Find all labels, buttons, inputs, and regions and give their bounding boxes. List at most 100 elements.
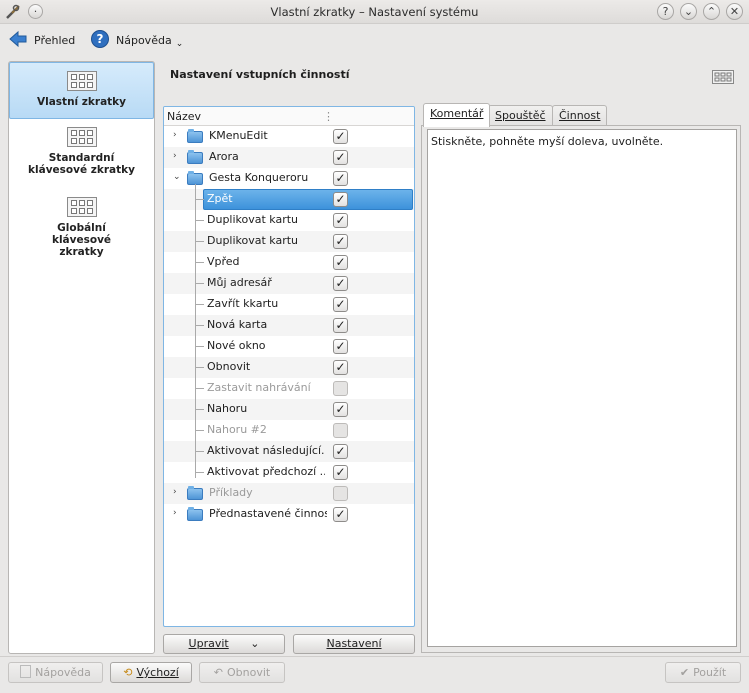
tab-action[interactable]: Činnost: [552, 105, 608, 126]
tab-comment[interactable]: Komentář: [423, 103, 491, 127]
tree-connector: [195, 304, 204, 305]
enabled-checkbox[interactable]: ✓: [333, 423, 348, 438]
tree-row[interactable]: Duplikovat kartu ✓: [164, 210, 414, 231]
tab-label: Spouštěč: [495, 109, 546, 122]
checkmark-icon: ✔: [679, 666, 690, 679]
tree-row[interactable]: Nová karta ✓: [164, 315, 414, 336]
column-resize-handle[interactable]: ⋮: [323, 110, 334, 123]
folder-icon: [187, 486, 203, 500]
tree-row[interactable]: Obnovit ✓: [164, 357, 414, 378]
sidebar: Vlastní zkratky Standardní klávesové zkr…: [8, 61, 155, 654]
tree-connector: [195, 409, 204, 410]
tree-row-label: Duplikovat kartu: [207, 234, 299, 247]
enabled-checkbox[interactable]: ✓: [333, 276, 348, 291]
sidebar-item-label: Standardní klávesové zkratky: [28, 152, 135, 176]
enabled-checkbox[interactable]: ✓: [333, 150, 348, 165]
chevron-right-icon[interactable]: ›: [173, 151, 177, 161]
tree-row[interactable]: Nahoru #2 ✓: [164, 420, 414, 441]
chevron-right-icon[interactable]: ›: [173, 487, 177, 497]
chevron-right-icon[interactable]: ›: [173, 130, 177, 140]
reset-button-label: Obnovit: [226, 666, 271, 679]
enabled-checkbox[interactable]: ✓: [333, 486, 348, 501]
tree-row-label: Nahoru #2: [207, 423, 267, 436]
reset-defaults-icon: ⟲: [123, 666, 133, 679]
folder-icon: [187, 129, 203, 143]
tree-connector: [195, 346, 204, 347]
chevron-down-icon[interactable]: ⌄: [173, 172, 181, 182]
tree-row[interactable]: Zastavit nahrávání ✓: [164, 378, 414, 399]
help-window-button[interactable]: ?: [657, 3, 674, 20]
enabled-checkbox[interactable]: ✓: [333, 402, 348, 417]
enabled-checkbox[interactable]: ✓: [333, 297, 348, 312]
tree-connector: [195, 220, 204, 221]
apply-button[interactable]: ✔ Použít: [665, 662, 741, 683]
back-overview-button[interactable]: Přehled: [8, 27, 75, 53]
enabled-checkbox[interactable]: ✓: [333, 507, 348, 522]
tree-row-label: Vpřed: [207, 255, 240, 268]
tree-row-label: KMenuEdit: [209, 129, 268, 142]
tree-row-label: Zastavit nahrávání: [207, 381, 311, 394]
defaults-button-label: Výchozí: [136, 666, 179, 679]
selection-highlight: [203, 189, 413, 210]
tree-row[interactable]: Nahoru ✓: [164, 399, 414, 420]
tree-column-header[interactable]: Název ⋮: [164, 107, 414, 126]
comment-text: Stiskněte, pohněte myší doleva, uvolněte…: [431, 135, 664, 148]
tree-row[interactable]: › Arora ✓: [164, 147, 414, 168]
tree-row[interactable]: Aktivovat předchozí ... ✓: [164, 462, 414, 483]
chevron-right-icon[interactable]: ›: [173, 508, 177, 518]
tree-row[interactable]: Aktivovat následující... ✓: [164, 441, 414, 462]
enabled-checkbox[interactable]: ✓: [333, 465, 348, 480]
toolbar: Přehled ? Nápověda ⌄: [0, 24, 749, 57]
defaults-button[interactable]: ⟲ Výchozí: [110, 662, 192, 683]
tree-row-label: Můj adresář: [207, 276, 272, 289]
tree-row[interactable]: Zpět ✓: [164, 189, 414, 210]
close-button[interactable]: ✕: [726, 3, 743, 20]
enabled-checkbox[interactable]: ✓: [333, 360, 348, 375]
tree-row[interactable]: Můj adresář ✓: [164, 273, 414, 294]
sidebar-item-custom-shortcuts[interactable]: Vlastní zkratky: [9, 62, 154, 119]
tab-trigger[interactable]: Spouštěč: [488, 105, 553, 126]
comment-textarea[interactable]: Stiskněte, pohněte myší doleva, uvolněte…: [427, 129, 737, 647]
enabled-checkbox[interactable]: ✓: [333, 255, 348, 270]
enabled-checkbox[interactable]: ✓: [333, 381, 348, 396]
reset-button[interactable]: ↶ Obnovit: [199, 662, 285, 683]
tree-row[interactable]: Zavřít kkartu ✓: [164, 294, 414, 315]
help-button[interactable]: Nápověda: [8, 662, 103, 683]
help-menu-button[interactable]: ? Nápověda ⌄: [90, 27, 183, 53]
svg-text:?: ?: [97, 32, 104, 46]
help-icon: [20, 665, 32, 678]
title-bar: · Vlastní zkratky – Nastavení systému ? …: [0, 0, 749, 24]
tree-row[interactable]: › KMenuEdit ✓: [164, 126, 414, 147]
folder-icon: [187, 150, 203, 164]
minimize-button[interactable]: ⌄: [680, 3, 697, 20]
tab-label: Komentář: [430, 107, 484, 120]
settings-button[interactable]: Nastavení: [293, 634, 415, 654]
edit-button[interactable]: Upravit ⌄: [163, 634, 285, 654]
enabled-checkbox[interactable]: ✓: [333, 234, 348, 249]
actions-tree[interactable]: Název ⋮ › KMenuEdit ✓ › Arora ✓ ⌄ Gesta Konquer…: [163, 106, 415, 627]
enabled-checkbox[interactable]: ✓: [333, 213, 348, 228]
enabled-checkbox[interactable]: ✓: [333, 171, 348, 186]
enabled-checkbox[interactable]: ✓: [333, 129, 348, 144]
sidebar-item-standard-shortcuts[interactable]: Standardní klávesové zkratky: [9, 127, 154, 189]
folder-icon: [187, 507, 203, 521]
tree-row[interactable]: ⌄ Gesta Konqueroru ✓: [164, 168, 414, 189]
sidebar-item-global-shortcuts[interactable]: Globální klávesové zkratky: [9, 197, 154, 259]
tree-row-label: Duplikovat kartu: [207, 213, 299, 226]
tree-row[interactable]: Duplikovat kartu ✓: [164, 231, 414, 252]
tree-row-label: Aktivovat následující...: [207, 444, 325, 457]
tree-row-label: Přednastavené činnosti: [209, 507, 327, 520]
undo-icon: ↶: [213, 666, 223, 679]
tree-row[interactable]: › Příklady ✓: [164, 483, 414, 504]
tree-row[interactable]: Nové okno ✓: [164, 336, 414, 357]
enabled-checkbox[interactable]: ✓: [333, 192, 348, 207]
tab-label: Činnost: [559, 109, 601, 122]
enabled-checkbox[interactable]: ✓: [333, 444, 348, 459]
keyboard-shortcuts-icon: [66, 71, 97, 91]
enabled-checkbox[interactable]: ✓: [333, 318, 348, 333]
maximize-button[interactable]: ⌃: [703, 3, 720, 20]
tree-row-label: Zpět: [207, 192, 233, 205]
enabled-checkbox[interactable]: ✓: [333, 339, 348, 354]
tree-row[interactable]: › Přednastavené činnosti ✓: [164, 504, 414, 525]
tree-row[interactable]: Vpřed ✓: [164, 252, 414, 273]
